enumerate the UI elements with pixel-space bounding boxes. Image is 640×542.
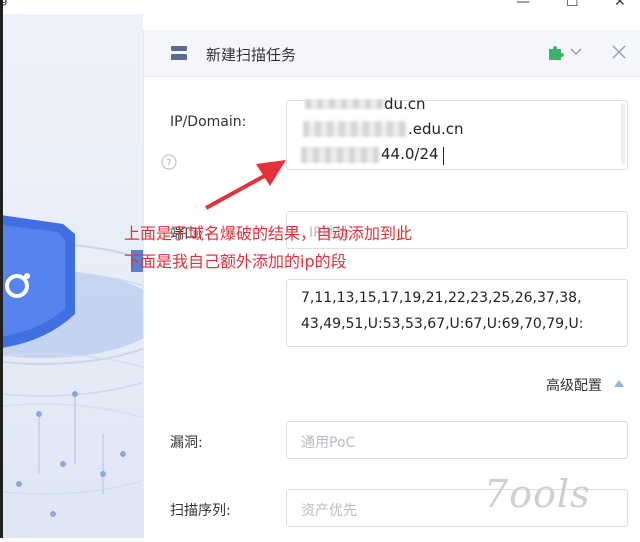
annotation-line-1: 上面是子域名爆破的结果，自动添加到此 [124, 224, 413, 243]
watermark-logo: 7ools [484, 472, 591, 516]
annotation-line-2: 下面是我自己额外添加的ip的段 [124, 252, 347, 271]
